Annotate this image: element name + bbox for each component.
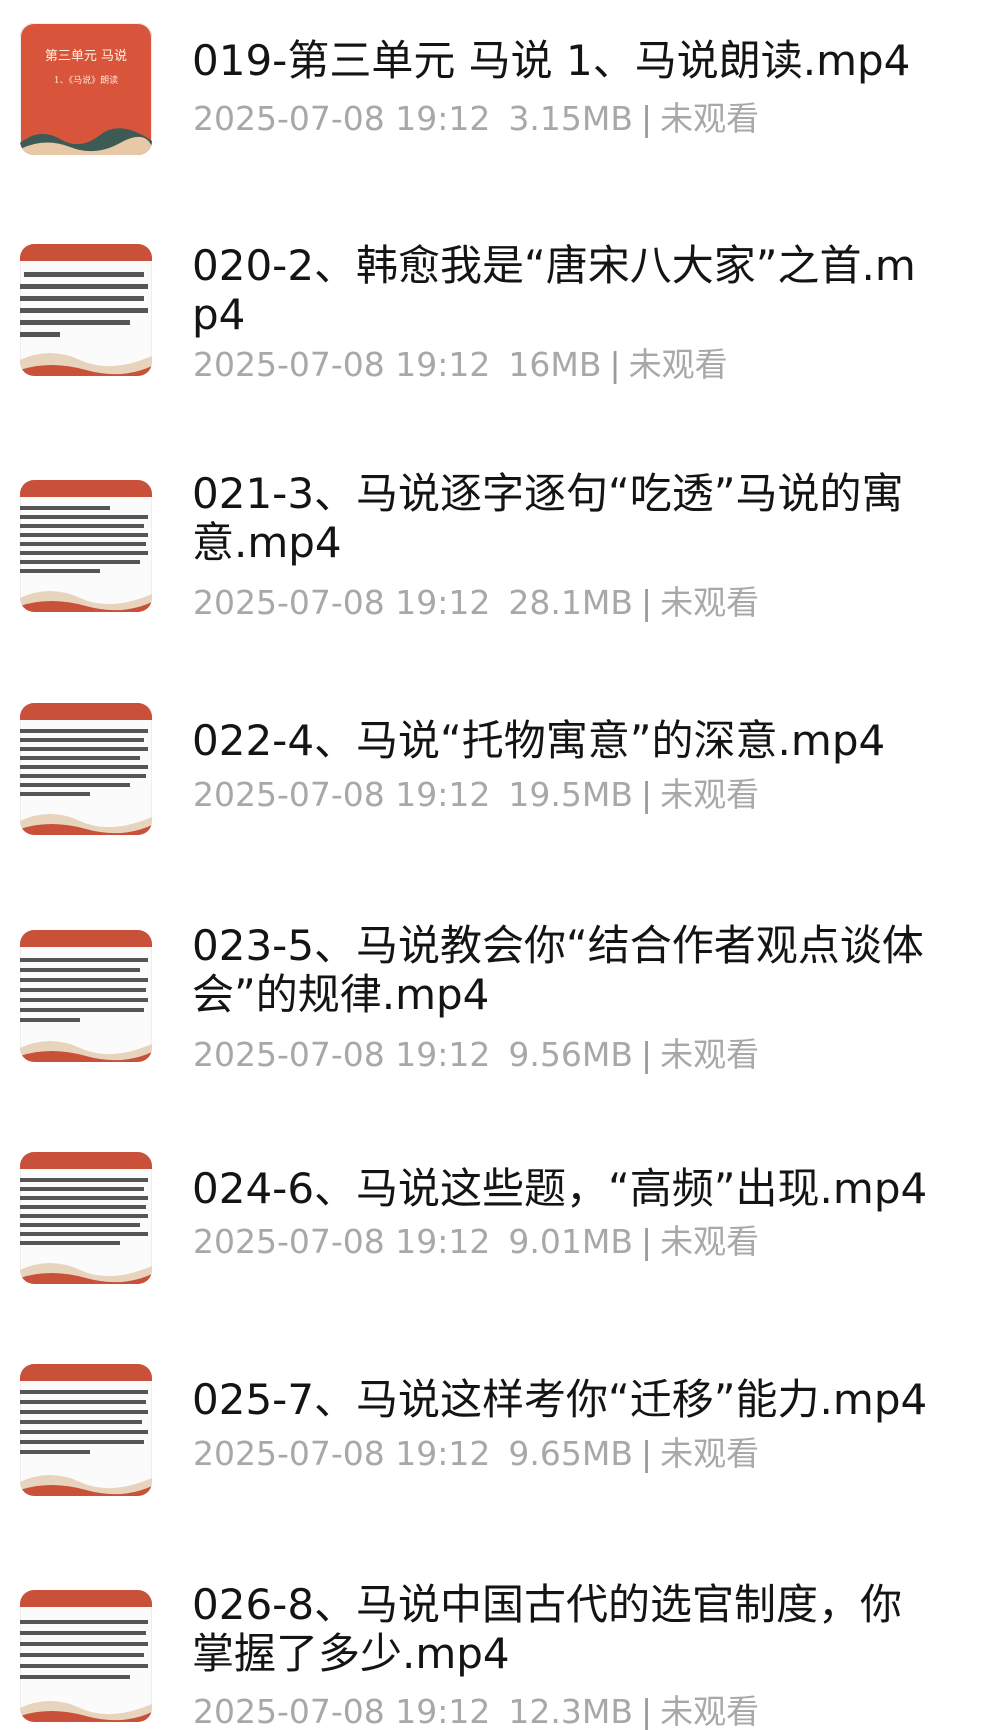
text-preview-icon — [20, 1620, 148, 1679]
video-thumbnail — [20, 244, 152, 376]
meta-divider: | — [640, 99, 653, 138]
video-thumbnail — [20, 480, 152, 612]
list-item[interactable]: 023-5、马说教会你“结合作者观点谈体会”的规律.mp4 2025-07-08… — [0, 900, 990, 1130]
file-meta: 2025-07-08 19:12 9.65MB | 未观看 — [193, 1434, 759, 1474]
meta-divider: | — [640, 1222, 653, 1261]
list-item[interactable]: 021-3、马说逐字逐句“吃透”马说的寓意.mp4 2025-07-08 19:… — [0, 440, 990, 660]
thumbnail-cover-title: 第三单元 马说 — [44, 49, 128, 64]
watch-status: 未观看 — [660, 1222, 760, 1261]
file-size: 3.15MB — [508, 99, 633, 138]
wave-decoration-icon — [20, 591, 152, 612]
meta-divider: | — [640, 1692, 653, 1730]
text-preview-icon — [20, 1390, 148, 1454]
wave-decoration-icon — [20, 353, 152, 376]
file-date: 2025-07-08 19:12 — [193, 1222, 491, 1261]
text-preview-icon — [20, 1178, 148, 1245]
list-item[interactable]: 020-2、韩愈我是“唐宋八大家”之首.mp4 2025-07-08 19:12… — [0, 210, 990, 420]
text-preview-icon — [20, 958, 148, 1022]
watch-status: 未观看 — [660, 1692, 760, 1730]
list-item[interactable]: 第三单元 马说 1、《马说》朗读 019-第三单元 马说 1、马说朗读.mp4 … — [0, 0, 990, 200]
text-preview-icon — [20, 272, 148, 337]
file-size: 9.01MB — [508, 1222, 633, 1261]
file-size: 9.56MB — [508, 1035, 633, 1074]
file-name: 025-7、马说这样考你“迁移”能力.mp4 — [192, 1375, 928, 1424]
list-item[interactable]: 024-6、马说这些题，“高频”出现.mp4 2025-07-08 19:12 9… — [0, 1140, 990, 1340]
file-meta: 2025-07-08 19:12 9.01MB | 未观看 — [193, 1222, 759, 1262]
watch-status: 未观看 — [660, 583, 760, 622]
file-meta: 2025-07-08 19:12 12.3MB | 未观看 — [193, 1692, 759, 1730]
file-name: 026-8、马说中国古代的选官制度，你掌握了多少.mp4 — [192, 1580, 903, 1678]
meta-divider: | — [640, 775, 653, 814]
video-thumbnail — [20, 1590, 152, 1722]
file-size: 9.65MB — [508, 1434, 633, 1473]
file-meta: 2025-07-08 19:12 28.1MB | 未观看 — [193, 583, 759, 623]
file-name: 021-3、马说逐字逐句“吃透”马说的寓意.mp4 — [192, 469, 904, 567]
meta-divider: | — [609, 345, 621, 384]
file-meta: 2025-07-08 19:12 19.5MB | 未观看 — [193, 775, 759, 815]
video-thumbnail — [20, 1152, 152, 1284]
text-preview-icon — [20, 729, 148, 796]
video-thumbnail — [20, 930, 152, 1062]
file-date: 2025-07-08 19:12 — [193, 1692, 491, 1730]
list-item[interactable]: 026-8、马说中国古代的选官制度，你掌握了多少.mp4 2025-07-08 … — [0, 1560, 990, 1730]
file-meta: 2025-07-08 19:12 16MB | 未观看 — [193, 345, 728, 385]
meta-divider: | — [640, 1434, 653, 1473]
wave-decoration-icon — [20, 128, 152, 155]
watch-status: 未观看 — [660, 1035, 760, 1074]
file-name: 019-第三单元 马说 1、马说朗读.mp4 — [192, 36, 911, 85]
wave-decoration-icon — [20, 814, 152, 835]
file-size: 28.1MB — [508, 583, 633, 622]
meta-divider: | — [640, 583, 653, 622]
video-thumbnail — [20, 703, 152, 835]
file-name: 024-6、马说这些题，“高频”出现.mp4 — [192, 1164, 928, 1213]
file-date: 2025-07-08 19:12 — [193, 1035, 491, 1074]
file-date: 2025-07-08 19:12 — [193, 583, 491, 622]
file-size: 16MB — [508, 345, 602, 384]
file-size: 19.5MB — [508, 775, 633, 814]
video-file-list: 第三单元 马说 1、《马说》朗读 019-第三单元 马说 1、马说朗读.mp4 … — [0, 0, 990, 1730]
file-meta: 2025-07-08 19:12 3.15MB | 未观看 — [193, 99, 759, 139]
file-name: 023-5、马说教会你“结合作者观点谈体会”的规律.mp4 — [192, 921, 924, 1019]
wave-decoration-icon — [20, 1263, 152, 1284]
meta-divider: | — [640, 1035, 653, 1074]
file-meta: 2025-07-08 19:12 9.56MB | 未观看 — [193, 1035, 759, 1075]
file-date: 2025-07-08 19:12 — [193, 1434, 491, 1473]
text-preview-icon — [20, 506, 148, 573]
file-date: 2025-07-08 19:12 — [193, 99, 491, 138]
watch-status: 未观看 — [660, 775, 760, 814]
watch-status: 未观看 — [660, 99, 760, 138]
list-item[interactable]: 025-7、马说这样考你“迁移”能力.mp4 2025-07-08 19:12 9… — [0, 1350, 990, 1550]
thumbnail-cover-subtitle: 1、《马说》朗读 — [53, 76, 119, 86]
file-name: 022-4、马说“托物寓意”的深意.mp4 — [192, 716, 886, 765]
wave-decoration-icon — [20, 1041, 152, 1062]
file-size: 12.3MB — [508, 1692, 633, 1730]
list-item[interactable]: 022-4、马说“托物寓意”的深意.mp4 2025-07-08 19:12 19… — [0, 680, 990, 880]
video-thumbnail: 第三单元 马说 1、《马说》朗读 — [20, 23, 152, 155]
watch-status: 未观看 — [660, 1434, 760, 1473]
file-date: 2025-07-08 19:12 — [193, 345, 491, 384]
watch-status: 未观看 — [628, 345, 728, 384]
wave-decoration-icon — [20, 1475, 152, 1496]
wave-decoration-icon — [20, 1701, 152, 1722]
video-thumbnail — [20, 1364, 152, 1496]
file-date: 2025-07-08 19:12 — [193, 775, 491, 814]
file-name: 020-2、韩愈我是“唐宋八大家”之首.mp4 — [192, 241, 916, 339]
